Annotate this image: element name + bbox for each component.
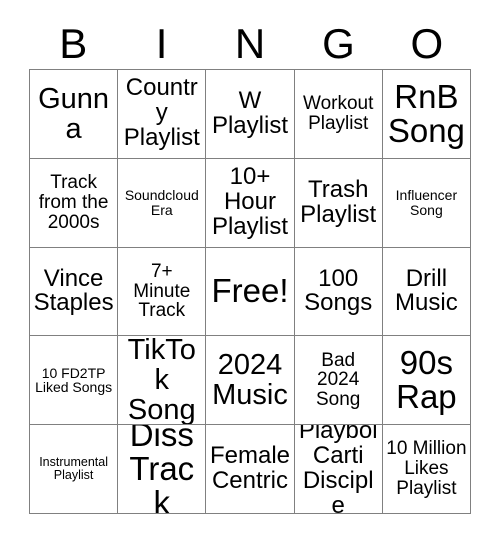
- bingo-cell[interactable]: W Playlist: [206, 70, 295, 159]
- bingo-cell-label: Soundcloud Era: [124, 187, 199, 218]
- bingo-header-letter-o: O: [410, 19, 444, 67]
- bingo-cell[interactable]: 90s Rap: [382, 336, 471, 426]
- bingo-cell[interactable]: RnB Song: [382, 70, 471, 159]
- bingo-cell-label: RnB Song: [387, 77, 465, 149]
- bingo-cell-label: 10 FD2TP Liked Songs: [35, 364, 113, 396]
- bingo-header-letter-b: B: [59, 19, 88, 67]
- bingo-grid: Gunna Country Playlist W Playlist Workou…: [29, 69, 471, 514]
- bingo-cell-label: Influencer Song: [395, 187, 458, 218]
- bingo-cell-label: TikTok Song: [127, 336, 196, 426]
- bingo-free-space-label: Free!: [211, 272, 289, 310]
- bingo-cell[interactable]: Influencer Song: [382, 158, 471, 248]
- bingo-cell-label: Diss Track: [129, 425, 195, 514]
- bingo-cell-label: Playboi Carti Disciple: [298, 425, 378, 514]
- bingo-cell-label: Track from the 2000s: [38, 172, 109, 233]
- bingo-cell[interactable]: Trash Playlist: [294, 158, 383, 248]
- bingo-cell[interactable]: 2024 Music: [206, 336, 295, 426]
- bingo-cell-label: Country Playlist: [123, 74, 200, 152]
- bingo-cell[interactable]: Diss Track: [118, 425, 207, 514]
- bingo-cell[interactable]: Vince Staples: [30, 247, 119, 337]
- bingo-cell-label: Vince Staples: [33, 264, 114, 317]
- bingo-cell-label: Bad 2024 Song: [316, 349, 361, 411]
- bingo-cell-label: 2024 Music: [212, 349, 288, 412]
- bingo-cell-label: 90s Rap: [396, 343, 457, 416]
- bingo-cell[interactable]: Gunna: [30, 70, 119, 159]
- bingo-header-letter-n: N: [234, 19, 266, 67]
- bingo-free-space-cell[interactable]: Free!: [206, 247, 295, 337]
- bingo-cell-label: Workout Playlist: [302, 93, 374, 134]
- bingo-cell[interactable]: TikTok Song: [118, 336, 207, 426]
- bingo-card: B I N G O Gunna Country Playlist W Playl…: [0, 0, 500, 544]
- bingo-cell[interactable]: 10+ Hour Playlist: [206, 158, 295, 248]
- bingo-cell-label: W Playlist: [211, 86, 288, 139]
- bingo-cell-label: Gunna: [38, 82, 110, 145]
- bingo-cell[interactable]: Track from the 2000s: [30, 158, 119, 248]
- bingo-cell[interactable]: 100 Songs: [294, 247, 383, 337]
- bingo-cell[interactable]: 10 Million Likes Playlist: [382, 425, 471, 514]
- bingo-cell-label: Female Centric: [209, 442, 290, 495]
- bingo-cell[interactable]: Bad 2024 Song: [294, 336, 383, 426]
- bingo-cell-label: 7+ Minute Track: [133, 260, 191, 322]
- bingo-cell[interactable]: Instrumental Playlist: [30, 425, 119, 514]
- bingo-cell[interactable]: Drill Music: [382, 247, 471, 337]
- bingo-cell-label: 10+ Hour Playlist: [211, 163, 288, 241]
- bingo-cell-label: 10 Million Likes Playlist: [386, 438, 467, 499]
- bingo-cell-label: 100 Songs: [304, 264, 373, 317]
- bingo-cell[interactable]: Soundcloud Era: [118, 158, 207, 248]
- bingo-header-row: B I N G O: [29, 18, 471, 69]
- bingo-cell[interactable]: Workout Playlist: [294, 70, 383, 159]
- bingo-cell-label: Drill Music: [395, 264, 458, 317]
- bingo-cell[interactable]: Playboi Carti Disciple: [294, 425, 383, 514]
- bingo-cell[interactable]: 7+ Minute Track: [118, 247, 207, 337]
- bingo-cell[interactable]: 10 FD2TP Liked Songs: [30, 336, 119, 426]
- bingo-cell-label: Trash Playlist: [300, 175, 377, 228]
- bingo-header-letter-i: I: [155, 19, 168, 67]
- bingo-cell[interactable]: Country Playlist: [118, 70, 207, 159]
- bingo-header-letter-g: G: [322, 19, 355, 67]
- bingo-cell[interactable]: Female Centric: [206, 425, 295, 514]
- bingo-cell-label: Instrumental Playlist: [39, 455, 108, 483]
